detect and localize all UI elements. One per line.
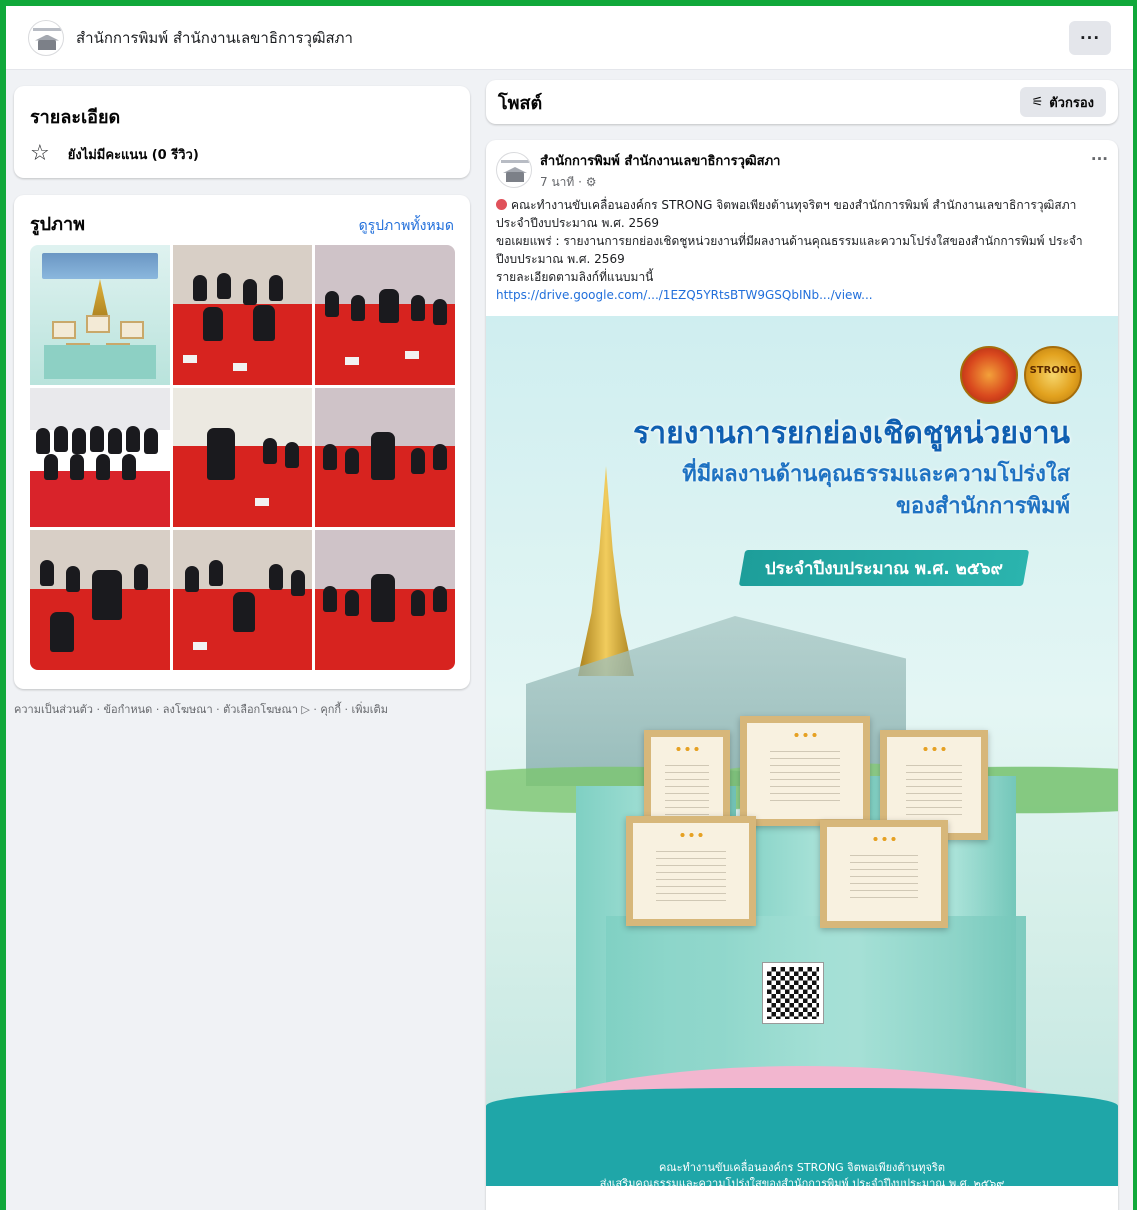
post-image[interactable]: STRONG รายงานการยกย่องเชิดชูหน่วยงาน ที่… <box>486 316 1118 1186</box>
poster-headline-1: รายงานการยกย่องเชิดชูหน่วยงาน <box>633 416 1070 451</box>
star-outline-icon: ☆ <box>30 141 50 166</box>
see-all-photos-link[interactable]: ดูรูปภาพทั้งหมด <box>359 215 454 237</box>
filter-label: ตัวกรอง <box>1049 95 1094 111</box>
photo-thumbnail[interactable] <box>172 387 313 528</box>
photo-thumbnail[interactable] <box>315 530 455 670</box>
photos-title: รูปภาพ <box>30 214 85 235</box>
certificate-frame <box>626 816 756 926</box>
post-author-name[interactable]: สำนักการพิมพ์ สำนักงานเลขาธิการวุฒิสภา <box>540 150 780 171</box>
rating-row: ☆ ยังไม่มีคะแนน (0 รีวิว) <box>30 143 454 165</box>
details-card: รายละเอียด ☆ ยังไม่มีคะแนน (0 รีวิว) <box>14 86 470 178</box>
filter-button[interactable]: ⚟ ตัวกรอง <box>1019 87 1106 117</box>
page-header: สำนักการพิมพ์ สำนักงานเลขาธิการวุฒิสภา ·… <box>6 6 1133 70</box>
post-header: สำนักการพิมพ์ สำนักงานเลขาธิการวุฒิสภา 7… <box>496 150 1108 190</box>
filter-sliders-icon: ⚟ <box>1031 94 1044 110</box>
post-body: คณะทำงานขับเคลื่อนองค์กร STRONG จิตพอเพี… <box>496 196 1104 304</box>
red-circle-emoji-icon <box>496 199 507 210</box>
post-line-2: ขอเผยแพร่ : รายงานการยกย่องเชิดชูหน่วยงา… <box>496 234 1083 266</box>
rating-text: ยังไม่มีคะแนน (0 รีวิว) <box>67 147 199 163</box>
posts-header: โพสต์ ⚟ ตัวกรอง <box>486 80 1118 124</box>
photo-thumbnail[interactable] <box>315 387 455 528</box>
photos-card: รูปภาพ ดูรูปภาพทั้งหมด <box>14 195 470 689</box>
more-options-button[interactable]: ··· <box>1069 20 1111 55</box>
poster-ribbon: ประจำปีงบประมาณ พ.ศ. ๒๕๖๙ <box>738 550 1030 586</box>
post-link[interactable]: https://drive.google.com/.../1EZQ5YRtsBT… <box>496 286 1104 304</box>
post-timestamp[interactable]: 7 นาที · ⚙ <box>540 173 780 192</box>
certificate-frame <box>740 716 870 826</box>
poster-headline-2: ที่มีผลงานด้านคุณธรรมและความโปร่งใส <box>682 462 1070 487</box>
page-avatar[interactable] <box>28 19 64 56</box>
post-card: สำนักการพิมพ์ สำนักงานเลขาธิการวุฒิสภา 7… <box>486 140 1118 1210</box>
poster-footer-2: ส่งเสริมคุณธรรมและความโปร่งใสของสำนักการ… <box>599 1177 1005 1186</box>
qr-code <box>762 962 824 1024</box>
certificate-frame <box>820 820 948 928</box>
photo-grid <box>30 245 455 670</box>
post-more-button[interactable]: ··· <box>1091 150 1108 190</box>
page-title[interactable]: สำนักการพิมพ์ สำนักงานเลขาธิการวุฒิสภา <box>76 26 353 50</box>
photo-thumbnail[interactable] <box>30 245 170 385</box>
photo-thumbnail[interactable] <box>315 245 455 385</box>
photo-thumbnail[interactable] <box>30 530 170 670</box>
photo-thumbnail[interactable] <box>30 387 170 528</box>
details-title: รายละเอียด <box>30 107 121 128</box>
poster-headline-3: ของสำนักการพิมพ์ <box>895 494 1070 519</box>
post-line-1: คณะทำงานขับเคลื่อนองค์กร STRONG จิตพอเพี… <box>496 198 1077 230</box>
post-line-3: รายละเอียดตามลิงก์ที่แนบมานี้ <box>496 270 654 284</box>
pagoda-illustration <box>578 466 634 676</box>
footer-links[interactable]: ความเป็นส่วนตัว · ข้อกำหนด · ลงโฆษณา · ต… <box>14 700 470 718</box>
strong-logo-icon: STRONG <box>1024 346 1082 404</box>
posts-title: โพสต์ <box>498 92 543 114</box>
senate-seal-icon <box>960 346 1018 404</box>
photo-thumbnail[interactable] <box>172 245 313 385</box>
photo-thumbnail[interactable] <box>172 530 313 670</box>
post-author-avatar[interactable] <box>496 152 532 188</box>
